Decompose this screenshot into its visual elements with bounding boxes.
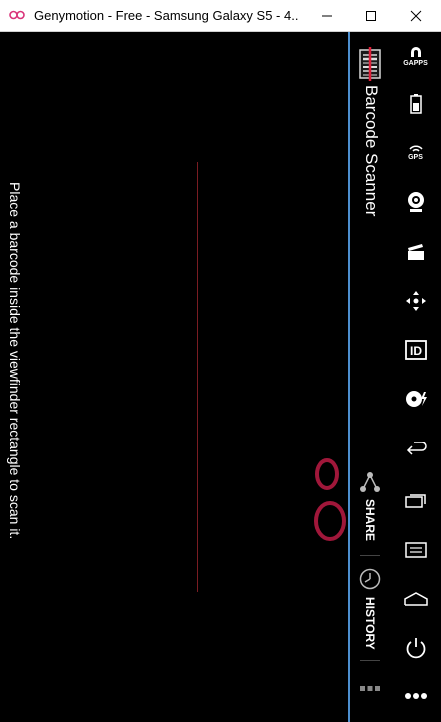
- scanner-laser-line: [197, 162, 198, 592]
- close-button[interactable]: [393, 0, 439, 31]
- power-button[interactable]: [390, 626, 441, 670]
- webcam-button[interactable]: [390, 180, 441, 224]
- gps-icon: [408, 145, 423, 152]
- action-divider: [360, 555, 380, 556]
- recent-apps-icon: [404, 494, 426, 508]
- scan-hint: Place a barcode inside the viewfinder re…: [5, 182, 23, 722]
- more-icon: [404, 693, 427, 699]
- action-divider: [360, 660, 380, 661]
- minimize-icon: [322, 15, 332, 16]
- menu-icon: [404, 542, 427, 558]
- overflow-menu-icon[interactable]: [358, 684, 382, 694]
- share-button[interactable]: SHARE: [350, 467, 390, 552]
- recent-apps-button[interactable]: [390, 478, 441, 522]
- battery-button[interactable]: [390, 82, 441, 126]
- webcam-icon: [407, 192, 424, 212]
- history-label: HISTORY: [363, 597, 377, 650]
- history-button[interactable]: HISTORY: [350, 565, 390, 665]
- home-icon: [403, 592, 428, 606]
- barcode-scanner-logo-icon: [359, 47, 381, 81]
- close-icon: [410, 10, 422, 21]
- home-button[interactable]: [390, 577, 441, 621]
- menu-button[interactable]: [390, 528, 441, 572]
- gapps-icon: [410, 47, 421, 57]
- video-capture-button[interactable]: [390, 230, 441, 274]
- camera-viewfinder[interactable]: Place a barcode inside the viewfinder re…: [2, 32, 347, 722]
- device-id-button[interactable]: ID: [390, 328, 441, 372]
- id-icon: ID: [404, 340, 427, 360]
- window-title: Genymotion - Free - Samsung Galaxy S5 - …: [34, 8, 299, 23]
- share-label: SHARE: [363, 499, 377, 542]
- back-icon: [406, 442, 427, 455]
- video-capture-icon: [407, 244, 424, 260]
- share-icon: [360, 472, 380, 492]
- maximize-button[interactable]: [348, 0, 394, 31]
- scan-hint-text: Place a barcode inside the viewfinder re…: [7, 182, 23, 540]
- back-button[interactable]: [390, 428, 441, 472]
- maximize-icon: [366, 10, 376, 21]
- genymotion-logo-icon: [9, 10, 25, 20]
- gapps-caption: GAPPS: [403, 60, 428, 67]
- more-button[interactable]: [390, 674, 441, 718]
- gapps-button[interactable]: GAPPS: [390, 34, 441, 78]
- genymotion-sidebar: GAPPS GPS ID: [390, 32, 441, 722]
- remote-control-button[interactable]: [390, 279, 441, 323]
- gps-caption: GPS: [408, 154, 423, 161]
- svg-text:ID: ID: [410, 344, 422, 358]
- gps-button[interactable]: GPS: [390, 130, 441, 174]
- app-action-bar: Barcode Scanner SHARE HISTORY: [348, 32, 390, 722]
- result-points-icon: [314, 458, 346, 541]
- power-icon: [406, 638, 425, 659]
- disk-button[interactable]: [390, 377, 441, 421]
- disk-icon: [405, 391, 427, 407]
- minimize-button[interactable]: [304, 0, 350, 31]
- window-title-bar: Genymotion - Free - Samsung Galaxy S5 - …: [0, 0, 441, 32]
- app-title: Barcode Scanner: [359, 85, 383, 255]
- battery-icon: [409, 94, 422, 114]
- app-title-text: Barcode Scanner: [362, 85, 381, 217]
- remote-control-icon: [405, 291, 426, 311]
- history-clock-icon: [359, 568, 381, 590]
